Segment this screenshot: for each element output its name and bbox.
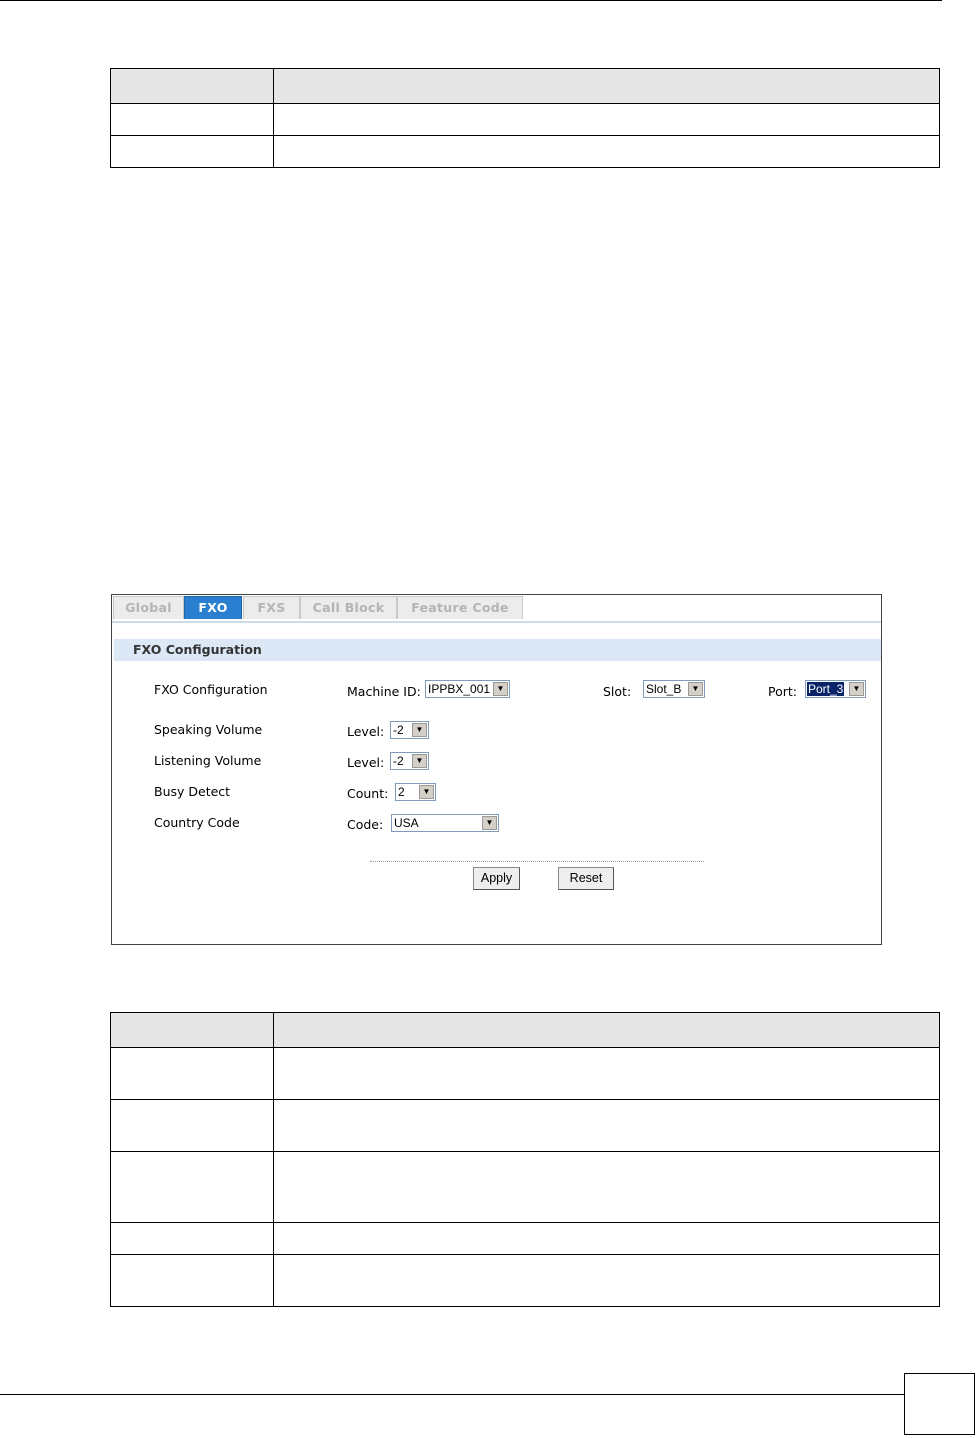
tab-bar: Global FXO FXS Call Block Feature Code bbox=[112, 595, 881, 623]
tab-fxs[interactable]: FXS bbox=[243, 596, 300, 619]
tab-feature-code[interactable]: Feature Code bbox=[397, 596, 523, 619]
section-title: FXO Configuration bbox=[114, 639, 881, 661]
row-label-busy-detect: Busy Detect bbox=[154, 784, 231, 799]
listening-level-value: -2 bbox=[393, 754, 404, 768]
table-row bbox=[110, 1047, 940, 1100]
table-header-row bbox=[110, 1012, 940, 1048]
speaking-level-label: Level: bbox=[347, 724, 385, 739]
busy-count-select[interactable]: 2 ▼ bbox=[395, 783, 436, 801]
chevron-down-icon: ▼ bbox=[419, 785, 434, 799]
slot-select[interactable]: Slot_B ▼ bbox=[643, 680, 705, 698]
chevron-down-icon: ▼ bbox=[688, 682, 703, 696]
slot-label: Slot: bbox=[603, 684, 632, 699]
footer-rule bbox=[0, 1394, 904, 1395]
tab-call-block[interactable]: Call Block bbox=[300, 596, 397, 619]
table-row bbox=[110, 1222, 940, 1255]
chevron-down-icon: ▼ bbox=[412, 723, 427, 737]
chevron-down-icon: ▼ bbox=[412, 754, 427, 768]
country-code-label: Code: bbox=[347, 817, 384, 832]
reset-button[interactable]: Reset bbox=[558, 867, 614, 890]
country-code-select[interactable]: USA ▼ bbox=[391, 814, 499, 832]
form-divider bbox=[370, 861, 704, 862]
table-row bbox=[110, 135, 940, 168]
port-value: Port_3 bbox=[807, 682, 845, 696]
description-table-top bbox=[110, 68, 940, 168]
table-header-cell bbox=[273, 68, 940, 104]
table-header-cell bbox=[273, 1012, 940, 1048]
row-label-speaking-volume: Speaking Volume bbox=[154, 722, 263, 737]
row-label-country-code: Country Code bbox=[154, 815, 240, 830]
table-row bbox=[110, 1254, 940, 1307]
chevron-down-icon: ▼ bbox=[849, 682, 864, 696]
chevron-down-icon: ▼ bbox=[493, 682, 508, 696]
slot-value: Slot_B bbox=[646, 682, 682, 696]
busy-count-value: 2 bbox=[398, 785, 405, 799]
table-header-cell bbox=[110, 68, 274, 104]
table-header-row bbox=[110, 68, 940, 104]
country-code-value: USA bbox=[394, 816, 419, 830]
apply-button[interactable]: Apply bbox=[473, 867, 520, 890]
fxo-screenshot-frame: Global FXO FXS Call Block Feature Code F… bbox=[111, 594, 882, 945]
speaking-level-value: -2 bbox=[393, 723, 404, 737]
table-row bbox=[110, 1151, 940, 1223]
description-table-bottom bbox=[110, 1012, 940, 1307]
header-rule bbox=[0, 0, 942, 1]
busy-count-label: Count: bbox=[347, 786, 389, 801]
listening-level-label: Level: bbox=[347, 755, 385, 770]
tab-global[interactable]: Global bbox=[113, 596, 184, 619]
machine-id-label: Machine ID: bbox=[347, 684, 421, 699]
speaking-level-select[interactable]: -2 ▼ bbox=[390, 721, 429, 739]
table-row bbox=[110, 1099, 940, 1152]
table-header-cell bbox=[110, 1012, 274, 1048]
machine-id-value: IPPBX_001 bbox=[428, 682, 491, 696]
table-row bbox=[110, 103, 940, 136]
row-label-fxo-configuration: FXO Configuration bbox=[154, 682, 268, 697]
page-number-box bbox=[904, 1373, 975, 1435]
port-label: Port: bbox=[768, 684, 797, 699]
machine-id-select[interactable]: IPPBX_001 ▼ bbox=[425, 680, 510, 698]
chevron-down-icon: ▼ bbox=[482, 816, 497, 830]
tab-fxo[interactable]: FXO bbox=[184, 596, 242, 619]
row-label-listening-volume: Listening Volume bbox=[154, 753, 262, 768]
port-select[interactable]: Port_3 ▼ bbox=[805, 680, 866, 698]
listening-level-select[interactable]: -2 ▼ bbox=[390, 752, 429, 770]
